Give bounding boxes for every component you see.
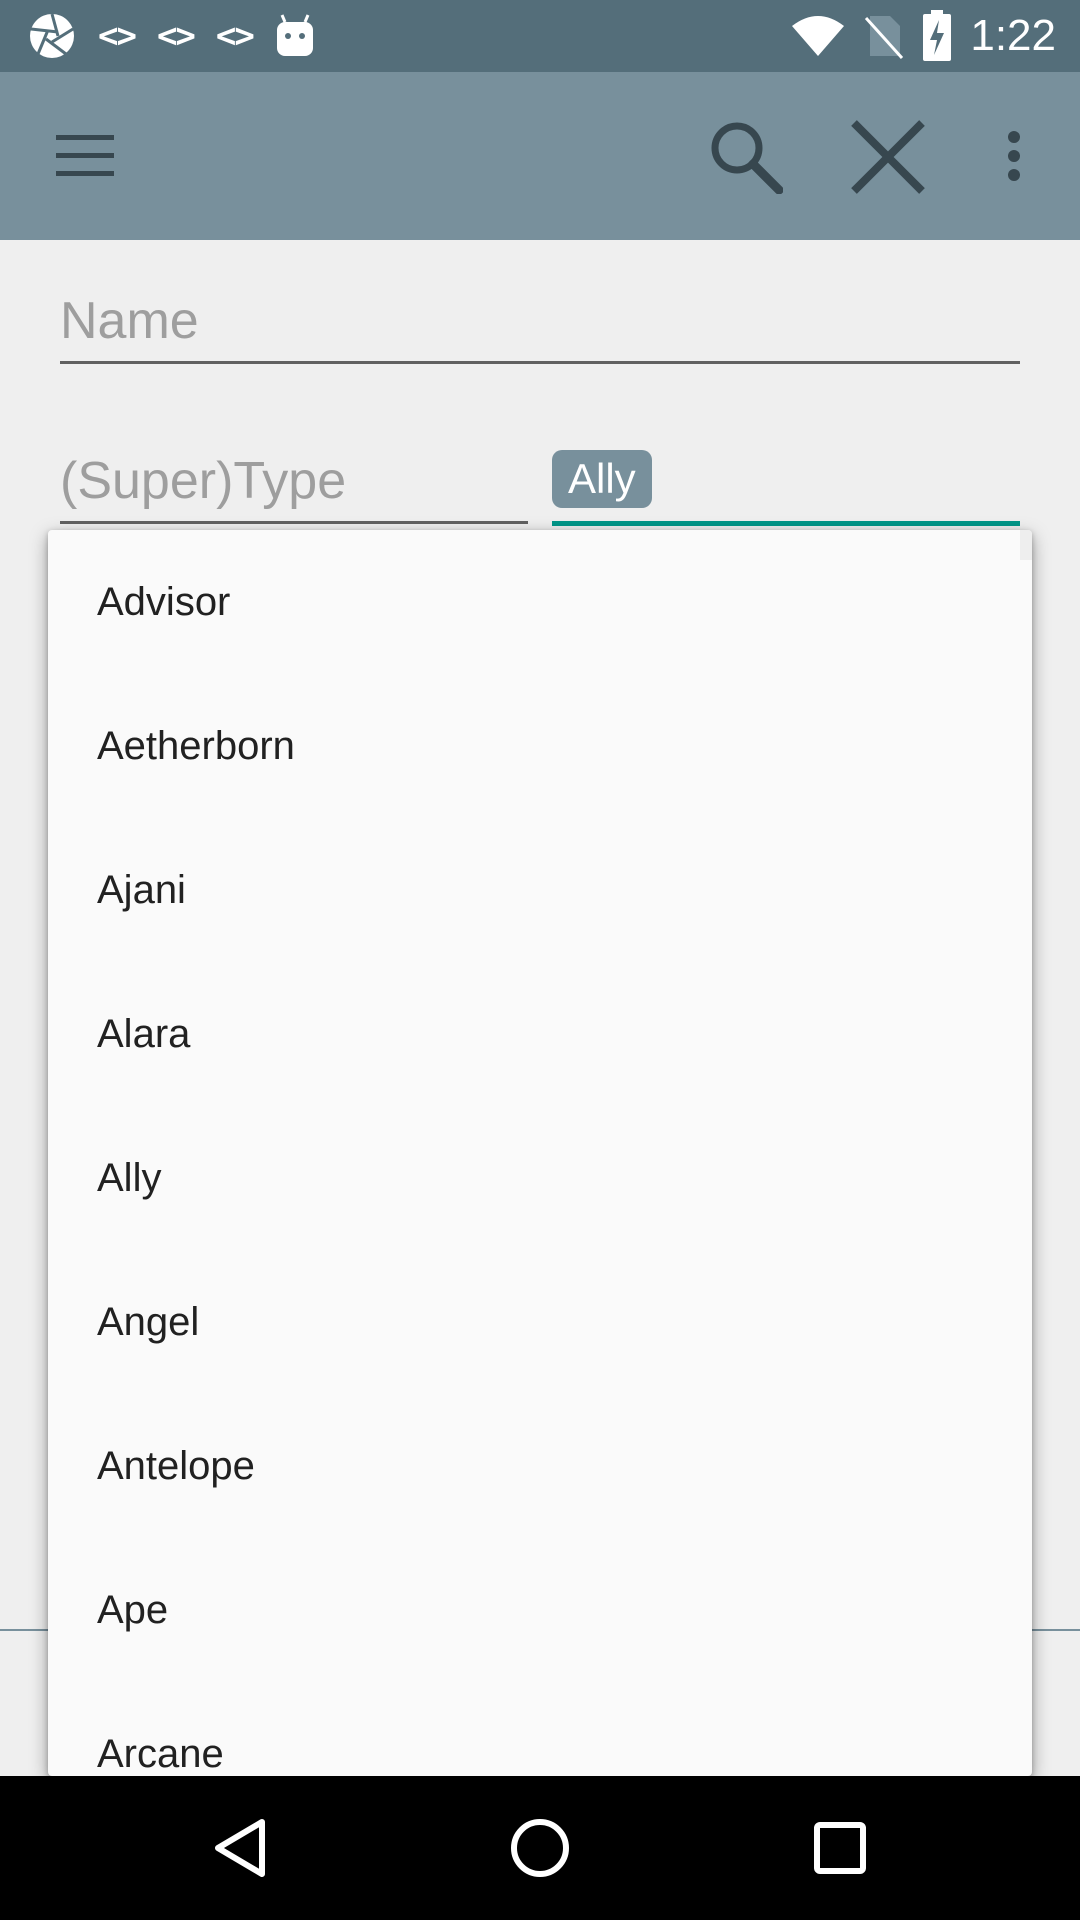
subtype-field[interactable]: Ally xyxy=(552,446,1020,526)
dropdown-item[interactable]: Ally xyxy=(48,1106,1032,1250)
name-field[interactable]: Name xyxy=(60,286,1020,364)
status-right-icons: 1:22 xyxy=(790,10,1056,62)
app-toolbar xyxy=(0,72,1080,240)
aperture-icon xyxy=(28,12,76,60)
dropdown-item[interactable]: Advisor xyxy=(48,530,1032,674)
no-sim-icon xyxy=(864,12,904,60)
dropdown-item[interactable]: Ajani xyxy=(48,818,1032,962)
dropdown-item[interactable]: Ape xyxy=(48,1538,1032,1682)
status-left-icons: <> <> <> xyxy=(28,12,315,60)
dropdown-scrollbar[interactable] xyxy=(1020,530,1032,560)
menu-icon[interactable] xyxy=(40,116,130,196)
supertype-field[interactable]: (Super)Type xyxy=(60,446,528,524)
code-icon: <> xyxy=(98,16,137,56)
code-icon: <> xyxy=(156,16,196,56)
supertype-field-hint: (Super)Type xyxy=(60,452,347,510)
code-icon: <> xyxy=(215,16,255,56)
dropdown-item[interactable]: Aetherborn xyxy=(48,674,1032,818)
more-vert-icon[interactable] xyxy=(988,116,1040,196)
recents-icon[interactable] xyxy=(790,1798,890,1898)
wifi-icon xyxy=(790,14,846,58)
search-icon[interactable] xyxy=(700,116,790,196)
battery-charging-icon xyxy=(922,10,952,62)
status-bar: <> <> <> 1:22 xyxy=(0,0,1080,72)
dropdown-item[interactable]: Antelope xyxy=(48,1394,1032,1538)
name-field-hint: Name xyxy=(60,292,199,350)
status-time: 1:22 xyxy=(970,11,1056,60)
subtype-suggestions-dropdown: Advisor Aetherborn Ajani Alara Ally Ange… xyxy=(48,530,1032,1776)
android-icon xyxy=(275,14,315,58)
system-nav-bar xyxy=(0,1776,1080,1920)
dropdown-item[interactable]: Arcane xyxy=(48,1682,1032,1776)
home-icon[interactable] xyxy=(490,1798,590,1898)
close-icon[interactable] xyxy=(842,112,934,202)
subtype-chip[interactable]: Ally xyxy=(552,450,652,508)
dropdown-item[interactable]: Alara xyxy=(48,962,1032,1106)
back-icon[interactable] xyxy=(190,1798,290,1898)
dropdown-item[interactable]: Angel xyxy=(48,1250,1032,1394)
